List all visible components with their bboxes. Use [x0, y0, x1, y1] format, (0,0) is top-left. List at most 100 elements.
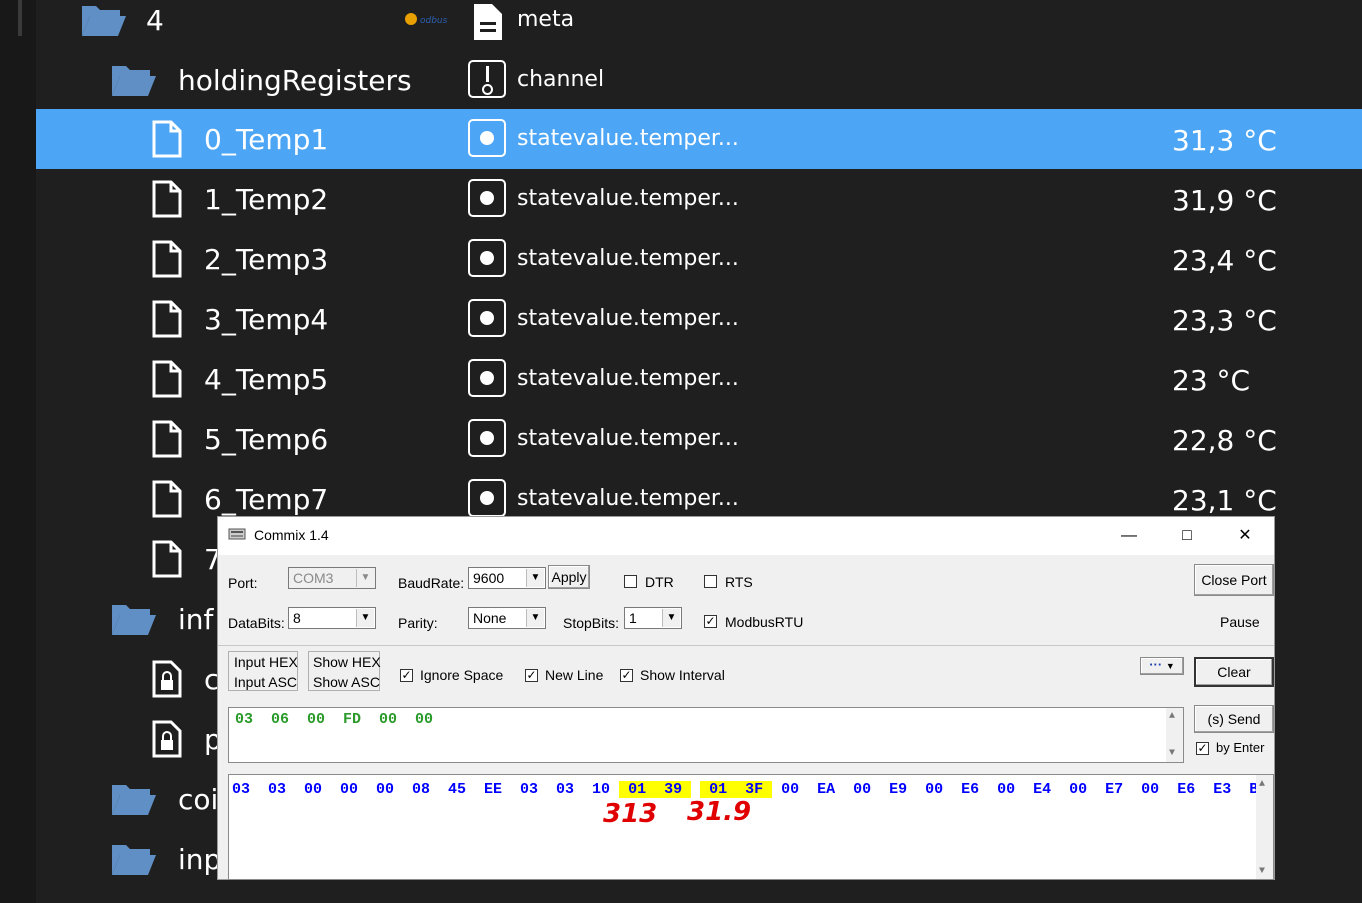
- file-icon: [152, 180, 182, 218]
- receive-output[interactable]: 03 03 00 00 00 08 45 EE 03 03 10 01 39 0…: [228, 774, 1274, 880]
- tree-label: 2_Temp3: [204, 243, 329, 276]
- tree-row-state[interactable]: 5_Temp6 statevalue.temper... 22,8 °C: [36, 409, 1362, 469]
- modbusrtu-label: ModbusRTU: [725, 614, 804, 630]
- port-value: COM3: [293, 570, 334, 586]
- more-options-label: ···: [1149, 657, 1163, 672]
- baudrate-select[interactable]: 9600 ▼: [468, 567, 546, 589]
- state-value-icon: [468, 239, 506, 277]
- chevron-down-icon: ▼: [526, 609, 544, 627]
- receive-hex-gap: [691, 781, 700, 798]
- file-icon: [152, 480, 182, 518]
- send-button[interactable]: (s) Send: [1194, 705, 1274, 733]
- dtr-checkbox[interactable]: [624, 575, 637, 588]
- tree-row-folder-4[interactable]: 4 odbus meta: [36, 0, 1362, 50]
- state-value: 23 °C: [1172, 364, 1251, 397]
- show-hex-option[interactable]: Show HEX: [313, 654, 381, 670]
- commix-window: Commix 1.4 — □ ✕ Port: COM3 ▼ BaudRate: 9…: [217, 516, 1275, 880]
- state-value-icon: [468, 299, 506, 337]
- new-line-label: New Line: [545, 667, 604, 683]
- show-mode-toggle[interactable]: Show HEX Show ASC: [308, 651, 381, 691]
- tree-label: holdingRegisters: [178, 64, 412, 97]
- file-icon: [152, 120, 182, 158]
- minimize-button[interactable]: —: [1100, 517, 1158, 555]
- port-label: Port:: [228, 575, 258, 591]
- state-value: 23,1 °C: [1172, 484, 1277, 517]
- show-interval-checkbox[interactable]: ✓: [620, 669, 633, 682]
- folder-open-icon: [112, 66, 156, 96]
- file-icon: [152, 240, 182, 278]
- parity-value: None: [473, 610, 507, 626]
- chevron-down-icon: ▼: [662, 609, 680, 627]
- baudrate-label: BaudRate:: [398, 575, 465, 591]
- close-window-button[interactable]: ✕: [1216, 517, 1274, 555]
- tree-label: 5_Temp6: [204, 423, 329, 456]
- state-value: 22,8 °C: [1172, 424, 1277, 457]
- tree-row-state[interactable]: 0_Temp1 statevalue.temper... 31,3 °C: [36, 109, 1362, 169]
- input-hex-option[interactable]: Input HEX: [234, 654, 298, 670]
- databits-label: DataBits:: [228, 615, 285, 631]
- folder-open-icon: [82, 6, 126, 36]
- by-enter-label: by Enter: [1216, 740, 1265, 755]
- ignore-space-checkbox[interactable]: ✓: [400, 669, 413, 682]
- more-options-button[interactable]: ··· ▼: [1140, 657, 1184, 675]
- apply-button[interactable]: Apply: [548, 565, 590, 589]
- dtr-label: DTR: [645, 574, 674, 590]
- show-interval-label: Show Interval: [640, 667, 725, 683]
- receive-scrollbar[interactable]: ▲ ▼: [1256, 775, 1273, 879]
- port-select[interactable]: COM3 ▼: [288, 567, 376, 589]
- folder-open-icon: [112, 845, 156, 875]
- tree-label: inp: [178, 843, 222, 876]
- modbusrtu-checkbox[interactable]: ✓: [704, 615, 717, 628]
- tree-role-channel: channel: [517, 67, 605, 92]
- receive-hex-line: 03 03 00 00 00 08 45 EE 03 03 10 01 39 0…: [232, 781, 1267, 798]
- send-scrollbar[interactable]: ▲ ▼: [1166, 708, 1183, 762]
- modbus-logo-icon: odbus: [405, 13, 448, 26]
- tree-label: inf: [178, 603, 214, 636]
- by-enter-checkbox[interactable]: ✓: [1196, 742, 1209, 755]
- scrollbar-thumb[interactable]: [18, 0, 22, 36]
- svg-text:odbus: odbus: [420, 16, 448, 26]
- rts-checkbox[interactable]: [704, 575, 717, 588]
- tree-role: statevalue.temper...: [517, 486, 739, 511]
- locked-file-icon: [152, 660, 182, 698]
- send-hex-text: 03 06 00 FD 00 00: [235, 711, 434, 728]
- close-port-button[interactable]: Close Port: [1194, 564, 1274, 596]
- parity-select[interactable]: None ▼: [468, 607, 546, 629]
- tree-row-state[interactable]: 3_Temp4 statevalue.temper... 23,3 °C: [36, 289, 1362, 349]
- databits-select[interactable]: 8 ▼: [288, 607, 376, 629]
- state-value-icon: [468, 119, 506, 157]
- left-sidebar-strip: [0, 0, 36, 903]
- meta-document-icon: [474, 4, 502, 40]
- tree-row-state[interactable]: 2_Temp3 statevalue.temper... 23,4 °C: [36, 229, 1362, 289]
- chevron-down-icon: ▼: [526, 569, 544, 587]
- divider: [218, 645, 1274, 646]
- tree-row-holding-registers[interactable]: holdingRegisters channel: [36, 50, 1362, 110]
- clear-button[interactable]: Clear: [1194, 657, 1274, 687]
- serial-port-icon: [228, 528, 246, 540]
- chevron-down-icon: ▼: [356, 609, 374, 627]
- receive-hex-prefix: 03 03 00 00 00 08 45 EE 03 03 10: [232, 781, 620, 798]
- state-value-icon: [468, 479, 506, 517]
- annotation-temp2: 31.9: [687, 797, 752, 827]
- baudrate-value: 9600: [473, 570, 505, 586]
- channel-icon: [468, 60, 506, 98]
- stopbits-select[interactable]: 1 ▼: [624, 607, 682, 629]
- tree-role: statevalue.temper...: [517, 426, 739, 451]
- input-asc-option[interactable]: Input ASC: [234, 674, 297, 690]
- show-asc-option[interactable]: Show ASC: [313, 674, 380, 690]
- window-titlebar: Commix 1.4 — □ ✕: [218, 517, 1274, 555]
- new-line-checkbox[interactable]: ✓: [525, 669, 538, 682]
- tree-label: 4_Temp5: [204, 363, 329, 396]
- annotation-temp1: 313: [603, 799, 658, 829]
- send-input[interactable]: 03 06 00 FD 00 00 ▲ ▼: [228, 707, 1184, 763]
- pause-button[interactable]: Pause: [1220, 614, 1260, 630]
- receive-hex-suffix: 00 EA 00 E9 00 E6 00 E4 00 E7 00 E6 E3 B…: [772, 781, 1268, 798]
- tree-row-state[interactable]: 4_Temp5 statevalue.temper... 23 °C: [36, 349, 1362, 409]
- input-mode-toggle[interactable]: Input HEX Input ASC: [228, 651, 298, 691]
- locked-file-icon: [152, 720, 182, 758]
- tree-label: coi: [178, 783, 219, 816]
- chevron-down-icon: ▼: [356, 569, 374, 587]
- tree-row-state[interactable]: 1_Temp2 statevalue.temper... 31,9 °C: [36, 169, 1362, 229]
- state-value: 23,4 °C: [1172, 244, 1277, 277]
- maximize-button[interactable]: □: [1158, 517, 1216, 555]
